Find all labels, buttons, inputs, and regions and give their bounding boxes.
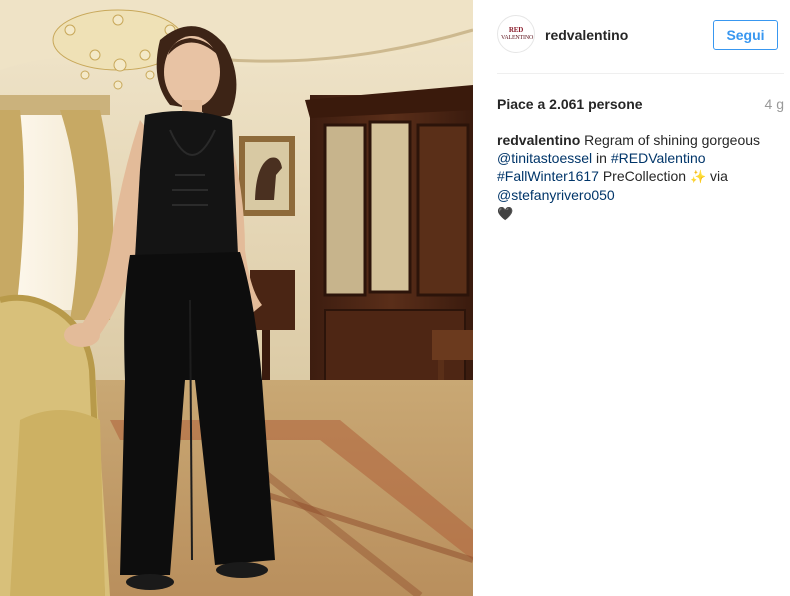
mention-link[interactable]: @stefanyrivero050	[497, 187, 615, 203]
sparkles-icon: ✨	[689, 169, 707, 184]
follow-button[interactable]: Segui	[713, 20, 778, 50]
post-header: RED VALENTINO redvalentino Segui	[497, 15, 784, 59]
caption-text: PreCollection	[598, 168, 690, 184]
likes-count[interactable]: Piace a 2.061 persone	[497, 96, 643, 112]
hashtag-link[interactable]: #REDValentino	[611, 150, 706, 166]
avatar[interactable]: RED VALENTINO	[497, 15, 535, 53]
post-photo[interactable]	[0, 0, 473, 596]
hashtag-link[interactable]: #FallWinter1617	[497, 168, 599, 184]
post-age[interactable]: 4 g	[765, 96, 784, 112]
black-heart-icon: 🖤	[497, 206, 514, 221]
caption-text: via	[706, 168, 728, 184]
mention-link[interactable]: @tinitastoessel	[497, 150, 592, 166]
post-sidebar: RED VALENTINO redvalentino Segui Piace a…	[473, 0, 790, 596]
post-caption: redvalentino Regram of shining gorgeous …	[497, 131, 777, 223]
brand-logo-line1: RED	[508, 26, 524, 34]
caption-username[interactable]: redvalentino	[497, 132, 580, 148]
divider	[497, 73, 784, 74]
brand-logo: RED VALENTINO	[501, 26, 534, 42]
username-link[interactable]: redvalentino	[545, 27, 628, 43]
caption-text: in	[592, 150, 611, 166]
photo-illustration	[0, 0, 473, 596]
caption-text: Regram of shining gorgeous	[580, 132, 761, 148]
brand-logo-line2: VALENTINO	[501, 35, 534, 41]
